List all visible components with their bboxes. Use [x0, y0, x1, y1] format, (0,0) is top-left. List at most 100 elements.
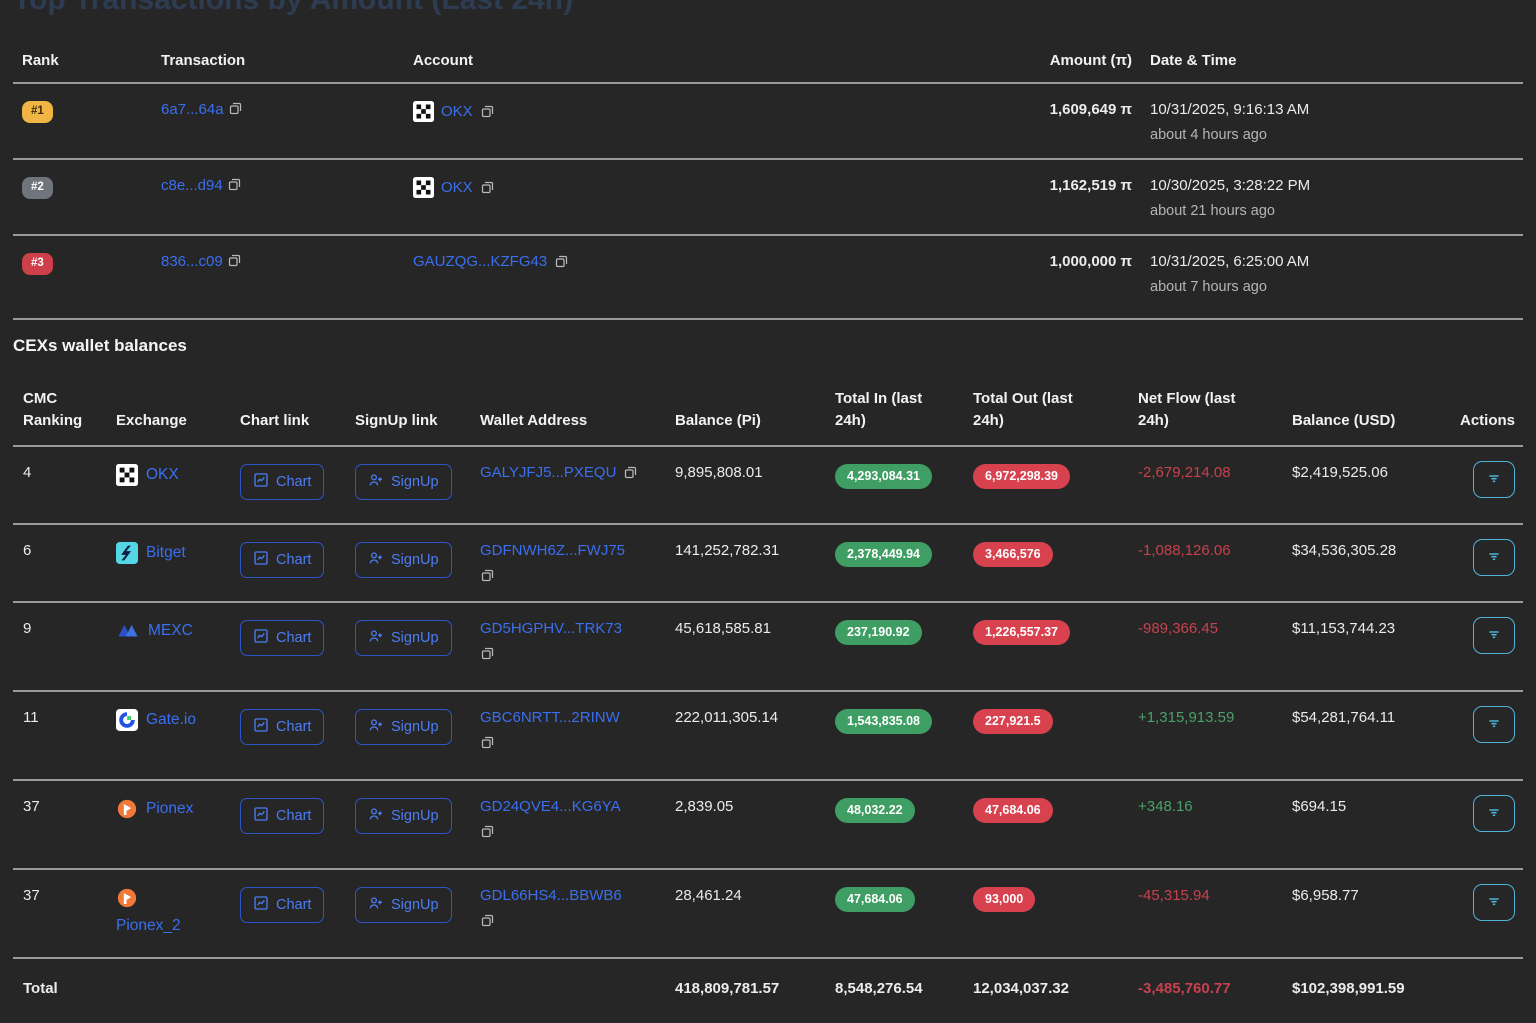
- chart-button[interactable]: Chart: [240, 542, 324, 578]
- chart-button[interactable]: Chart: [240, 464, 324, 500]
- net-flow-value: -1,088,126.06: [1138, 542, 1231, 559]
- transaction-link[interactable]: c8e...d94: [161, 177, 223, 194]
- user-plus-icon: [368, 717, 384, 737]
- signup-button[interactable]: SignUp: [355, 620, 452, 656]
- row-actions-button[interactable]: [1473, 706, 1515, 743]
- copy-icon[interactable]: [554, 254, 569, 269]
- transaction-link[interactable]: 836...c09: [161, 253, 223, 270]
- chart-button[interactable]: Chart: [240, 620, 324, 656]
- wallet-address-link[interactable]: GDL66HS4...BBWB6: [480, 887, 675, 904]
- datetime-value: 10/31/2025, 9:16:13 AM: [1150, 101, 1507, 118]
- section-title: CEXs wallet balances: [13, 336, 1523, 368]
- copy-icon[interactable]: [480, 180, 495, 195]
- top-transactions-table: Rank Transaction Account Amount (π) Date…: [13, 0, 1523, 320]
- chart-icon: [253, 472, 269, 492]
- account-link[interactable]: OKX: [441, 103, 473, 120]
- table-row: 9 MEXC Chart SignUp: [13, 603, 1523, 692]
- copy-icon[interactable]: [480, 913, 675, 928]
- okx-logo-icon: [116, 464, 138, 486]
- table-row: 4 OKX Chart SignUp: [13, 447, 1523, 525]
- balance-pi-value: 45,618,585.81: [675, 620, 835, 637]
- copy-icon[interactable]: [228, 101, 243, 116]
- total-out-badge: 47,684.06: [973, 798, 1053, 823]
- chart-button[interactable]: Chart: [240, 887, 324, 923]
- balance-usd-value: $34,536,305.28: [1284, 542, 1447, 559]
- chart-button[interactable]: Chart: [240, 798, 324, 834]
- cex-header-row: CMC Ranking Exchange Chart link SignUp l…: [13, 368, 1523, 447]
- total-balance-usd: $102,398,991.59: [1284, 980, 1447, 997]
- signup-button[interactable]: SignUp: [355, 887, 452, 923]
- mexc-logo-icon: [116, 620, 140, 642]
- balance-usd-value: $2,419,525.06: [1284, 464, 1447, 481]
- filter-icon: [1486, 804, 1502, 823]
- exchange-link[interactable]: Gate.io: [146, 711, 196, 729]
- exchange-link[interactable]: Pionex: [146, 800, 193, 818]
- user-plus-icon: [368, 806, 384, 826]
- total-out-sum: 12,034,037.32: [973, 980, 1129, 997]
- total-in-badge: 47,684.06: [835, 887, 915, 912]
- signup-button[interactable]: SignUp: [355, 798, 452, 834]
- wallet-address-link[interactable]: GBC6NRTT...2RINW: [480, 709, 675, 726]
- col-header-exchange: Exchange: [116, 410, 187, 432]
- wallet-address-link[interactable]: GALYJFJ5...PXEQU: [480, 464, 616, 481]
- copy-icon[interactable]: [227, 177, 242, 192]
- exchange-link[interactable]: Pionex_2: [116, 917, 181, 935]
- transaction-link[interactable]: 6a7...64a: [161, 101, 224, 118]
- copy-icon[interactable]: [480, 568, 675, 583]
- user-plus-icon: [368, 628, 384, 648]
- exchange-link[interactable]: Bitget: [146, 544, 186, 562]
- filter-icon: [1486, 548, 1502, 567]
- table-row: 6 Bitget Chart SignUp: [13, 525, 1523, 603]
- total-in-sum: 8,548,276.54: [835, 980, 973, 997]
- total-out-badge: 1,226,557.37: [973, 620, 1070, 645]
- col-header-account: Account: [413, 52, 942, 69]
- total-out-badge: 3,466,576: [973, 542, 1053, 567]
- balance-pi-value: 222,011,305.14: [675, 709, 835, 726]
- signup-button[interactable]: SignUp: [355, 542, 452, 578]
- pionex-logo-icon: [116, 798, 138, 820]
- copy-icon[interactable]: [480, 104, 495, 119]
- table-row: #3 836...c09 GAUZQG...KZFG43 1,000,000 π…: [13, 236, 1523, 320]
- datetime-value: 10/31/2025, 6:25:00 AM: [1150, 253, 1507, 270]
- account-link[interactable]: GAUZQG...KZFG43: [413, 253, 547, 270]
- chart-icon: [253, 717, 269, 737]
- col-header-balance-pi: Balance (Pi): [675, 410, 761, 432]
- user-plus-icon: [368, 550, 384, 570]
- filter-icon: [1486, 893, 1502, 912]
- total-out-badge: 6,972,298.39: [973, 464, 1070, 489]
- copy-icon[interactable]: [480, 824, 675, 839]
- relative-time: about 4 hours ago: [1150, 127, 1507, 143]
- signup-button[interactable]: SignUp: [355, 709, 452, 745]
- wallet-address-link[interactable]: GD5HGPHV...TRK73: [480, 620, 675, 637]
- amount-value: 1,000,000 π: [942, 253, 1132, 270]
- balance-pi-value: 2,839.05: [675, 798, 835, 815]
- balance-pi-value: 141,252,782.31: [675, 542, 835, 559]
- balance-usd-value: $6,958.77: [1284, 887, 1447, 904]
- signup-button[interactable]: SignUp: [355, 464, 452, 500]
- row-actions-button[interactable]: [1473, 617, 1515, 654]
- wallet-address-link[interactable]: GDFNWH6Z...FWJ75: [480, 542, 675, 559]
- exchange-link[interactable]: MEXC: [148, 622, 193, 640]
- cmc-ranking-value: 6: [13, 542, 116, 559]
- row-actions-button[interactable]: [1473, 461, 1515, 498]
- copy-icon[interactable]: [480, 646, 675, 661]
- net-flow-value: -2,679,214.08: [1138, 464, 1231, 481]
- page-title: Top Transactions by Amount (Last 24h): [13, 0, 573, 17]
- relative-time: about 7 hours ago: [1150, 279, 1507, 295]
- copy-icon[interactable]: [480, 735, 675, 750]
- chart-button[interactable]: Chart: [240, 709, 324, 745]
- account-link[interactable]: OKX: [441, 179, 473, 196]
- row-actions-button[interactable]: [1473, 884, 1515, 921]
- total-in-badge: 48,032.22: [835, 798, 915, 823]
- copy-icon[interactable]: [227, 253, 242, 268]
- table-row: #1 6a7...64a OKX 1,609,649 π 10/31/2025,…: [13, 84, 1523, 160]
- copy-icon[interactable]: [623, 465, 638, 480]
- table-row: 37 Pionex Chart SignUp: [13, 781, 1523, 870]
- wallet-address-link[interactable]: GD24QVE4...KG6YA: [480, 798, 675, 815]
- row-actions-button[interactable]: [1473, 539, 1515, 576]
- row-actions-button[interactable]: [1473, 795, 1515, 832]
- exchange-link[interactable]: OKX: [146, 466, 179, 484]
- rank-badge: #1: [22, 101, 53, 123]
- table-row: #2 c8e...d94 OKX 1,162,519 π 10/30/2025,…: [13, 160, 1523, 236]
- col-header-rank: Rank: [13, 52, 161, 69]
